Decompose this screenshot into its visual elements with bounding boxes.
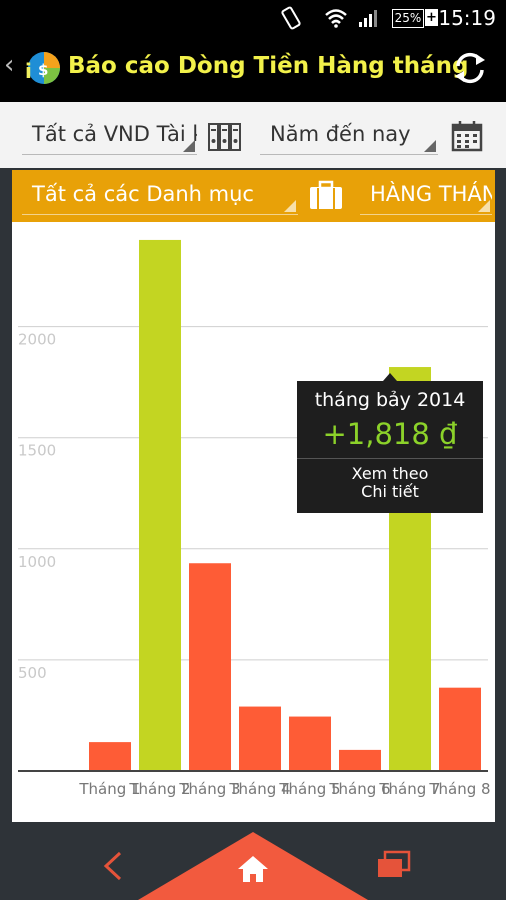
account-spinner-label: Tất cả VND Tài khoản [32,122,197,146]
dropdown-arrow-icon [478,200,490,212]
bar-tháng-8[interactable] [439,687,481,771]
svg-text:$: $ [38,61,48,79]
y-tick-label: 500 [18,664,47,682]
recent-apps-icon[interactable] [376,850,412,880]
battery-level: 25% [392,9,424,28]
tooltip-pointer [383,373,397,381]
dropdown-arrow-icon [183,140,195,152]
frequency-spinner[interactable]: HÀNG THÁNG [360,176,492,215]
view-details-link[interactable]: Xem theo Chi tiết [297,465,483,501]
cash-flow-bar-chart[interactable]: 500100015002000Tháng 1Tháng 2Tháng 3Thán… [12,222,495,822]
filter-row: Tất cả VND Tài khoản Năm đến nay [0,102,506,168]
bar-tháng-5[interactable] [289,716,331,771]
dropdown-arrow-icon [284,200,296,212]
period-spinner-label: Năm đến nay [270,122,411,146]
vibrate-icon [281,6,301,30]
tooltip-month: tháng bảy 2014 [314,389,466,411]
back-icon[interactable] [98,850,128,882]
page-title: Báo cáo Dòng Tiền Hàng tháng [68,53,469,79]
bar-tooltip[interactable]: tháng bảy 2014 +1,818 ₫ Xem theo Chi tiế… [297,373,483,513]
view-details-line1: Xem theo [351,464,429,483]
signal-icon [359,10,377,27]
cash-flow-chart-card: 500 1000 1500 2000 Tháng 1 Tháng 2 Tháng 3 Thán… [12,222,495,822]
bar-tháng-4[interactable] [239,706,281,771]
x-tick-label: Tháng 8 [428,780,490,798]
frequency-spinner-label: HÀNG THÁNG [370,182,492,206]
period-spinner[interactable]: Năm đến nay [260,116,438,155]
bar-tháng-2[interactable] [139,239,181,771]
briefcase-icon[interactable] [309,180,343,210]
app-logo-icon[interactable]: i $ [22,48,62,88]
category-filter-row: Tất cả các Danh mục HÀNG THÁNG [12,170,495,222]
bar-tháng-6[interactable] [339,749,381,771]
up-navigation-icon[interactable]: ‹ [4,50,14,80]
battery-charging-icon: + [425,9,438,26]
clock: 15:19 [438,6,496,30]
y-tick-label: 1000 [18,553,56,571]
bar-tháng-3[interactable] [189,563,231,771]
dropdown-arrow-icon [424,140,436,152]
category-spinner[interactable]: Tất cả các Danh mục [22,176,298,215]
home-icon[interactable] [236,854,270,884]
wifi-icon [325,9,347,28]
y-tick-label: 1500 [18,442,56,460]
svg-text:i: i [25,59,32,83]
refresh-icon[interactable] [452,50,488,86]
y-tick-label: 2000 [18,331,56,349]
tooltip-divider [297,458,483,459]
accounts-binder-icon[interactable] [208,122,242,152]
action-bar: ‹ i $ Báo cáo Dòng Tiền Hàng tháng [0,36,506,102]
account-spinner[interactable]: Tất cả VND Tài khoản [22,116,197,155]
calendar-icon[interactable] [451,120,483,152]
navigation-bar [0,832,506,900]
status-bar: 25% + 15:19 [0,0,506,36]
bar-tháng-1[interactable] [89,742,131,771]
tooltip-amount: +1,818 ₫ [322,417,458,451]
category-spinner-label: Tất cả các Danh mục [32,182,254,206]
view-details-line2: Chi tiết [361,482,419,501]
